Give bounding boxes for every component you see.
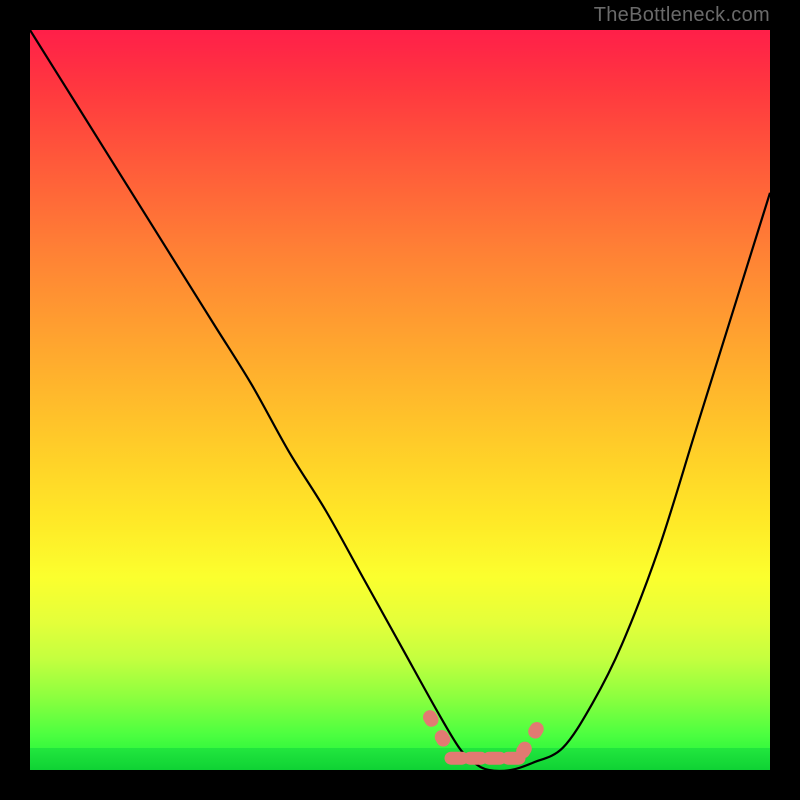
- chart-frame: TheBottleneck.com: [0, 0, 800, 800]
- bottleneck-curve: [30, 30, 770, 770]
- plot-area: [30, 30, 770, 770]
- watermark-text: TheBottleneck.com: [594, 4, 770, 27]
